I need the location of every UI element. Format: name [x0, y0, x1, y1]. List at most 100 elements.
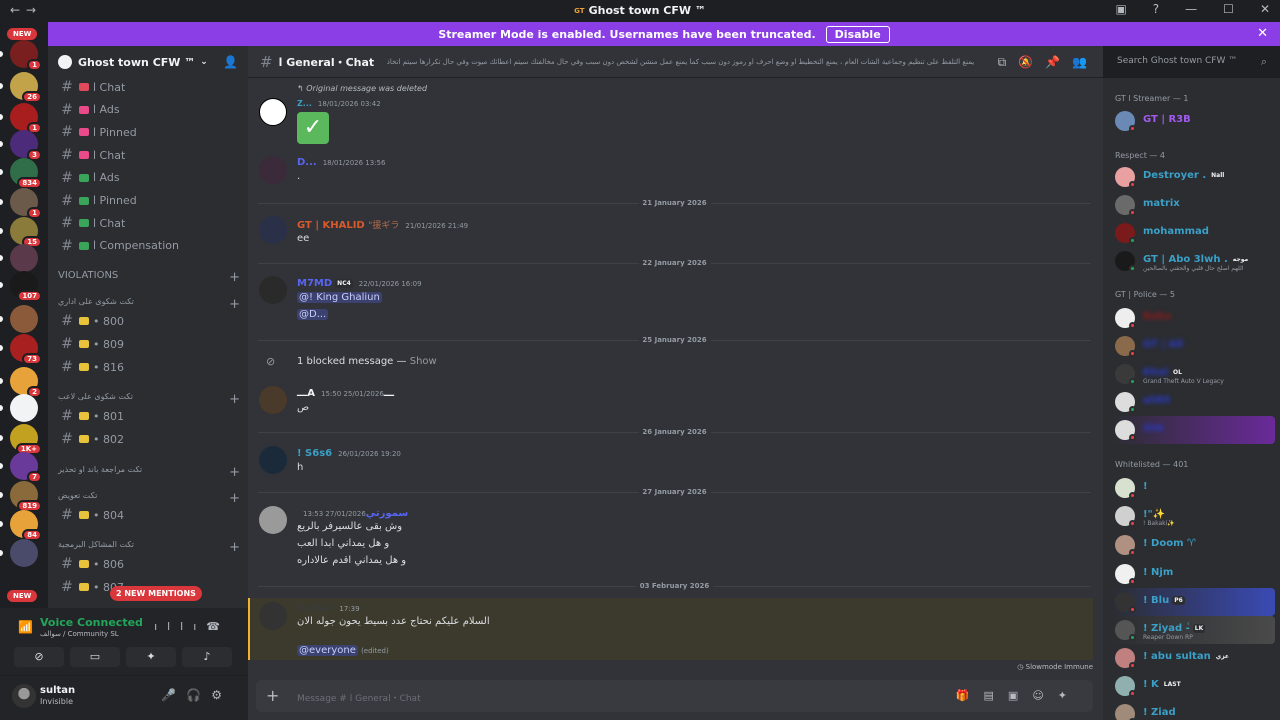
category-ban-review[interactable]: تكت مراجعة باند او تحذير +	[58, 465, 240, 480]
connection-signal-icon[interactable]: 📶	[18, 620, 33, 634]
gear-icon[interactable]: ⚙	[211, 688, 232, 702]
avatar[interactable]	[259, 156, 287, 184]
avatar[interactable]	[259, 386, 287, 414]
server-icon[interactable]: 2	[10, 367, 42, 398]
server-icon[interactable]: 1	[10, 188, 42, 219]
server-icon[interactable]: 1	[10, 103, 42, 134]
channel-816[interactable]: # • 816	[56, 357, 240, 377]
channel-item[interactable]: # ا Chat	[56, 145, 240, 165]
message-author[interactable]: ! S6s6 26/01/2026 19:20	[297, 448, 401, 459]
member-item[interactable]: GT | All	[1111, 332, 1275, 360]
user-mention[interactable]: @D...	[297, 309, 329, 320]
member-item[interactable]: mohammad	[1111, 219, 1275, 247]
channel-item[interactable]: # ا Compensation	[56, 236, 240, 256]
add-channel-icon[interactable]: +	[229, 392, 240, 407]
reply-reference[interactable]: ↰ Original message was deleted	[297, 84, 427, 93]
inbox-icon[interactable]: ▣	[1115, 2, 1126, 16]
user-mention[interactable]: @! King Ghaliun	[297, 292, 382, 303]
message-input[interactable]: + Message # ا General・Chat 🎁▤▣☺✦	[256, 680, 1093, 712]
category-software-issues[interactable]: تكت المشاكل البرمجية +	[58, 540, 240, 555]
message-author[interactable]: سمورتي27/01/2026 13:53	[297, 508, 408, 519]
channel-809[interactable]: # • 809	[56, 334, 240, 354]
member-item[interactable]: matrix	[1111, 191, 1275, 219]
apps-icon[interactable]: ✦	[1058, 689, 1081, 702]
voice-location[interactable]: سوالف / Community SL	[40, 630, 119, 638]
new-unreads-pill-bottom[interactable]: NEW	[7, 590, 38, 602]
message-author[interactable]: ـــAـــ25/01/2026 15:50	[297, 388, 394, 399]
avatar[interactable]	[259, 98, 287, 126]
members-icon[interactable]: 👥	[1072, 55, 1099, 69]
disable-streamer-mode-button[interactable]: Disable	[825, 25, 890, 43]
attach-plus-icon[interactable]: +	[266, 686, 279, 705]
user-name[interactable]: sultan	[40, 685, 75, 696]
member-item[interactable]: !"✨! Bakaki✨	[1111, 502, 1275, 530]
server-icon[interactable]: 1K+	[10, 424, 42, 455]
close-banner-icon[interactable]: ✕	[1257, 26, 1268, 41]
category-complaint-player[interactable]: تكت شكوى على لاعب +	[58, 392, 240, 407]
avatar[interactable]	[259, 506, 287, 534]
maximize-button[interactable]: ☐	[1223, 2, 1234, 16]
message-author[interactable]: M7MD NC4 22/01/2026 16:09	[297, 278, 422, 289]
disconnect-icon[interactable]: ☎	[206, 620, 230, 633]
message-author[interactable]: Z... 18/01/2026 03:42	[297, 99, 381, 108]
add-channel-icon[interactable]: +	[229, 491, 240, 506]
server-icon[interactable]: 1	[10, 40, 42, 71]
invite-people-icon[interactable]: 👤	[223, 55, 238, 69]
camera-off-button[interactable]: ⊘	[14, 647, 64, 667]
gif-icon[interactable]: ▤	[984, 689, 1008, 702]
member-item[interactable]: ! abu sultan عزي	[1111, 644, 1275, 672]
add-channel-icon[interactable]: +	[229, 540, 240, 555]
show-blocked-link[interactable]: Show	[410, 356, 437, 367]
soundboard-button[interactable]: ♪	[182, 647, 232, 667]
category-complaint-admin[interactable]: تكت شكوى على اداري +	[58, 297, 240, 312]
new-unreads-pill[interactable]: NEW	[7, 28, 38, 40]
avatar[interactable]	[259, 276, 287, 304]
voice-status[interactable]: Voice Connected	[40, 616, 143, 629]
member-item[interactable]: ali85	[1111, 388, 1275, 416]
activities-button[interactable]: ✦	[126, 647, 176, 667]
channel-804[interactable]: # • 804	[56, 505, 240, 525]
member-item[interactable]: !	[1111, 474, 1275, 502]
member-item[interactable]: ! Ziad	[1111, 700, 1275, 720]
guild-header[interactable]: Ghost town CFW ™ ⌄ 👤	[48, 46, 248, 78]
server-icon[interactable]: 15	[10, 217, 42, 248]
channel-item[interactable]: # ا Ads	[56, 100, 240, 120]
server-icon[interactable]: 84	[10, 510, 42, 541]
channel-item[interactable]: # ا Pinned	[56, 122, 240, 142]
member-item[interactable]: ! Blu P6	[1111, 588, 1275, 616]
channel-item[interactable]: # ا Ads	[56, 168, 240, 188]
server-icon[interactable]	[10, 394, 38, 422]
server-icon[interactable]	[10, 305, 38, 333]
server-icon[interactable]	[10, 244, 38, 272]
member-item[interactable]: ! Njm	[1111, 560, 1275, 588]
channel-800[interactable]: # • 800	[56, 311, 240, 331]
server-icon[interactable]: 26	[10, 72, 42, 103]
member-item[interactable]: Shk	[1111, 416, 1275, 444]
close-window-button[interactable]: ✕	[1260, 2, 1270, 16]
server-icon[interactable]	[10, 539, 38, 567]
member-item[interactable]: ! K LAST	[1111, 672, 1275, 700]
message-author[interactable]: Sultan 17:39	[297, 603, 360, 614]
avatar[interactable]	[12, 684, 36, 708]
channel-801[interactable]: # • 801	[56, 406, 240, 426]
add-channel-icon[interactable]: +	[229, 270, 240, 285]
everyone-mention[interactable]: @everyone	[297, 645, 358, 656]
server-icon[interactable]: 819	[10, 481, 42, 512]
server-icon[interactable]: 7	[10, 452, 42, 483]
member-item[interactable]: GT | Abo 3lwh . موجه اللهم اصلح حال قلبي و…	[1111, 247, 1275, 275]
channel-802[interactable]: # • 802	[56, 429, 240, 449]
add-channel-icon[interactable]: +	[229, 297, 240, 312]
channel-item[interactable]: # ا Chat	[56, 77, 240, 97]
channel-item[interactable]: # ا Pinned	[56, 191, 240, 211]
server-icon[interactable]: 73	[10, 334, 42, 365]
server-icon[interactable]: 3	[10, 130, 42, 161]
member-item[interactable]: Khal OL Grand Theft Auto V Legacy	[1111, 360, 1275, 388]
avatar[interactable]	[259, 446, 287, 474]
avatar[interactable]	[259, 216, 287, 244]
deafen-icon[interactable]: 🎧	[186, 688, 211, 702]
category-violations[interactable]: VIOLATIONS +	[58, 270, 240, 285]
gift-icon[interactable]: 🎁	[956, 689, 984, 702]
member-item[interactable]: ! Doom ♈	[1111, 531, 1275, 559]
message-author[interactable]: D... 18/01/2026 13:56	[297, 157, 385, 168]
notification-off-icon[interactable]: 🔕	[1018, 55, 1045, 69]
